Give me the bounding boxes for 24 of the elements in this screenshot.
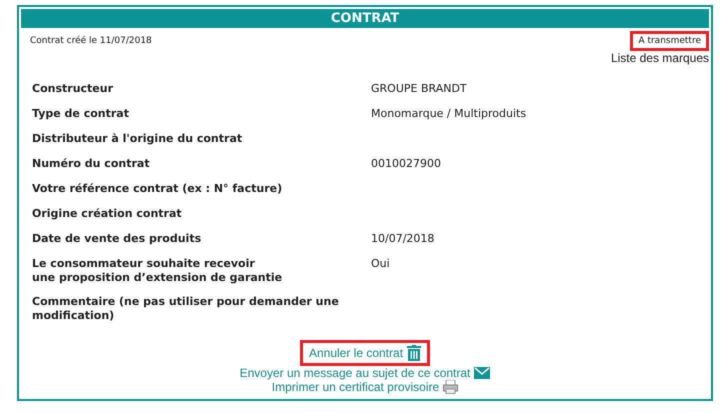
trash-icon [407, 345, 422, 361]
field-value: 0010027900 [371, 157, 442, 172]
field-label: Origine création contrat [32, 207, 183, 222]
field-value: 10/07/2018 [371, 232, 436, 247]
creation-date: Contrat créé le 11/07/2018 [30, 36, 152, 46]
field-label: Votre référence contrat (ex : N° facture) [32, 182, 284, 197]
field-value: GROUPE BRANDT [371, 82, 468, 97]
action-link[interactable]: Envoyer un message au sujet de ce contrat [240, 366, 490, 380]
field-label: Type de contrat [32, 107, 130, 122]
panel-title: CONTRAT [21, 9, 709, 28]
status-label: A transmettre [630, 31, 709, 51]
envelope-icon [474, 367, 490, 379]
field-value: Oui [371, 257, 391, 272]
field-label: Commentaire (ne pas utiliser pour demander une modification) [32, 295, 340, 323]
field-label: Constructeur [32, 82, 114, 97]
field-label: Numéro du contrat [32, 157, 151, 172]
field-value: Monomarque / Multiproduits [371, 107, 528, 122]
field-label: Le consommateur souhaite recevoir une proposition d’extension de garantie [32, 257, 284, 285]
field-label: Date de vente des produits [32, 232, 202, 247]
action-link[interactable]: Imprimer un certificat provisoire [272, 380, 458, 394]
action-link[interactable]: Annuler le contrat [308, 345, 422, 361]
printer-icon [443, 380, 458, 394]
brands-link[interactable]: Liste des marques [610, 51, 709, 65]
field-label: Distributeur à l'origine du contrat [32, 132, 244, 147]
